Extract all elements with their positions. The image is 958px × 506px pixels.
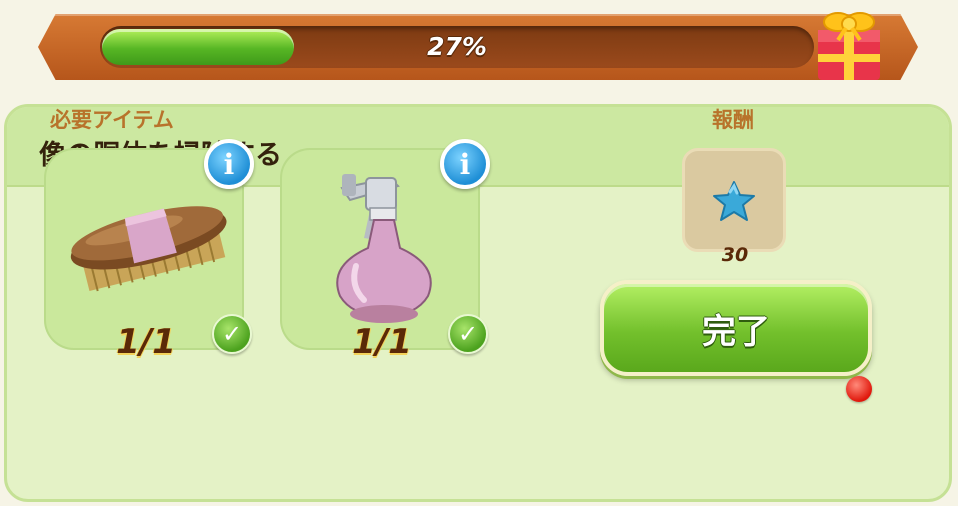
progress-percent: 27% (427, 32, 487, 61)
notification-badge (846, 376, 872, 402)
spray-bottle-icon (336, 174, 432, 323)
check-icon: ✓ (212, 314, 252, 354)
item-info-button[interactable]: i (440, 139, 490, 189)
item-info-button[interactable]: i (204, 139, 254, 189)
check-icon: ✓ (448, 314, 488, 354)
required-items-label: 必要アイテム (50, 108, 174, 132)
reward-label: 報酬 (712, 108, 754, 132)
item-count: 1/1 (116, 322, 176, 362)
reward-amount: 30 (721, 244, 749, 266)
item-count: 1/1 (352, 322, 412, 362)
complete-button[interactable]: 完了 (600, 280, 872, 376)
gift-box-icon[interactable] (808, 0, 888, 84)
scrub-brush-icon (70, 206, 227, 292)
blue-star-icon (713, 181, 755, 221)
